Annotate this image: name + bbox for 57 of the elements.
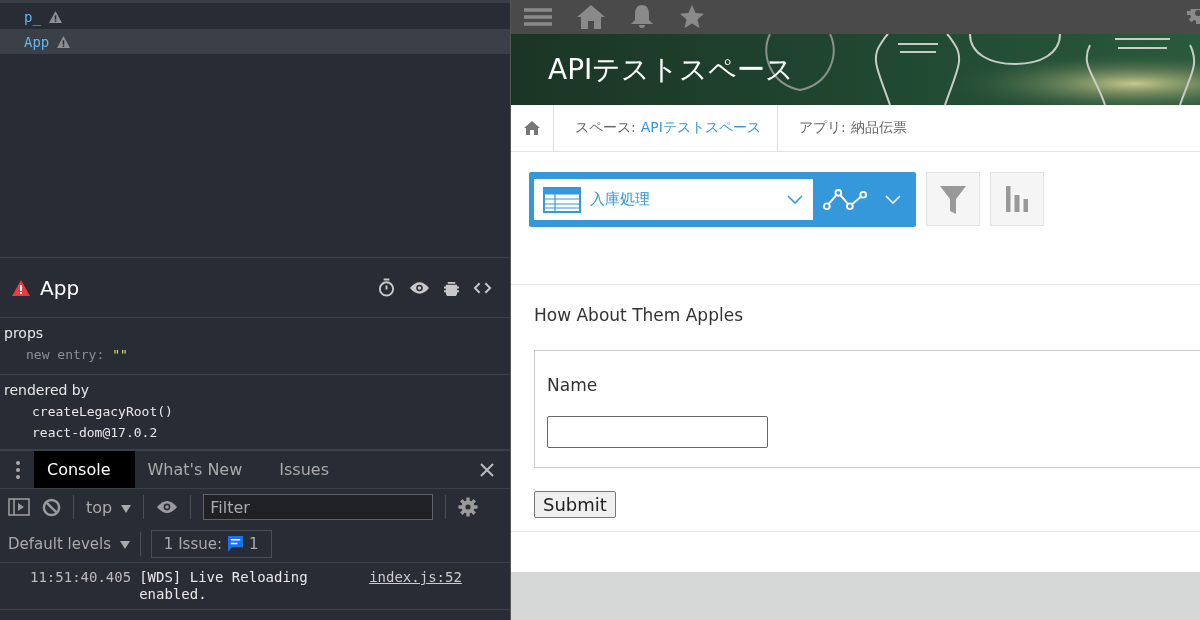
bar-chart-icon <box>1006 186 1028 212</box>
drawer-tab[interactable]: Console <box>34 451 135 488</box>
filter-field[interactable]: Filter <box>203 494 434 520</box>
home-icon[interactable] <box>524 121 540 135</box>
dropdown-arrow-icon <box>121 504 132 513</box>
table-icon <box>543 186 581 213</box>
eye-icon[interactable] <box>409 280 430 295</box>
breadcrumb-link[interactable]: APIテストスペース <box>640 119 761 137</box>
code-icon[interactable] <box>473 280 492 295</box>
clear-icon[interactable] <box>42 497 61 517</box>
space-title: APIテストスペース <box>547 51 795 88</box>
dropdown-arrow-icon <box>119 540 130 549</box>
breadcrumb-text: 納品伝票 <box>850 119 907 137</box>
breadcrumb-label: アプリ: <box>798 119 846 137</box>
chevron-down-icon <box>885 195 901 204</box>
component-name: App <box>40 275 80 300</box>
sidebar-toggle-icon[interactable] <box>8 498 30 516</box>
message-icon <box>228 535 243 552</box>
section-heading: rendered by <box>4 381 90 400</box>
log-timestamp: 11:51:40.405 <box>30 569 132 586</box>
bell-icon[interactable] <box>630 5 654 29</box>
log-message: [WDS] Live Reloading enabled. <box>139 569 309 603</box>
source-link[interactable]: index.js:52 <box>369 569 462 586</box>
funnel-icon <box>940 184 966 214</box>
issues-button[interactable]: 1 Issue: 1 <box>150 529 272 558</box>
filter-button[interactable] <box>926 172 980 226</box>
line-graph-icon <box>823 187 869 212</box>
form-title: How About Them Apples <box>534 305 744 325</box>
context-dropdown[interactable]: top <box>86 497 132 517</box>
submit-button[interactable]: Submit <box>534 491 616 518</box>
settings-icon[interactable] <box>458 497 479 517</box>
warning-icon <box>57 35 71 48</box>
chevron-down-icon <box>787 195 803 204</box>
field-label: Name <box>547 375 599 395</box>
prop-value[interactable]: "" <box>112 347 128 362</box>
bug-icon[interactable] <box>444 279 459 296</box>
name-input-field[interactable] <box>547 416 768 448</box>
stopwatch-icon[interactable] <box>378 278 395 297</box>
levels-dropdown[interactable]: Default levels <box>8 534 130 553</box>
drawer-tab[interactable]: What's New <box>134 451 267 488</box>
warning-icon <box>48 10 62 23</box>
breadcrumb-label: スペース: <box>575 119 636 137</box>
star-icon[interactable] <box>679 5 705 29</box>
drawer-tab[interactable]: Issues <box>266 451 353 488</box>
close-icon[interactable] <box>480 462 494 477</box>
view-dropdown[interactable]: 入庫処理 <box>534 179 813 220</box>
prop-key: new entry: <box>26 347 105 362</box>
menu-icon[interactable] <box>524 7 552 27</box>
component-tree-item[interactable]: App <box>0 29 510 54</box>
renderer-item: createLegacyRoot() <box>31 403 174 421</box>
renderer-item: react-dom@17.0.2 <box>31 424 159 442</box>
eye-icon[interactable] <box>156 500 179 514</box>
chart-button[interactable] <box>990 172 1044 226</box>
component-tree-item[interactable]: p_ <box>0 4 510 29</box>
more-icon[interactable] <box>16 460 20 479</box>
home-icon[interactable] <box>577 5 605 29</box>
section-heading: props <box>4 324 45 343</box>
